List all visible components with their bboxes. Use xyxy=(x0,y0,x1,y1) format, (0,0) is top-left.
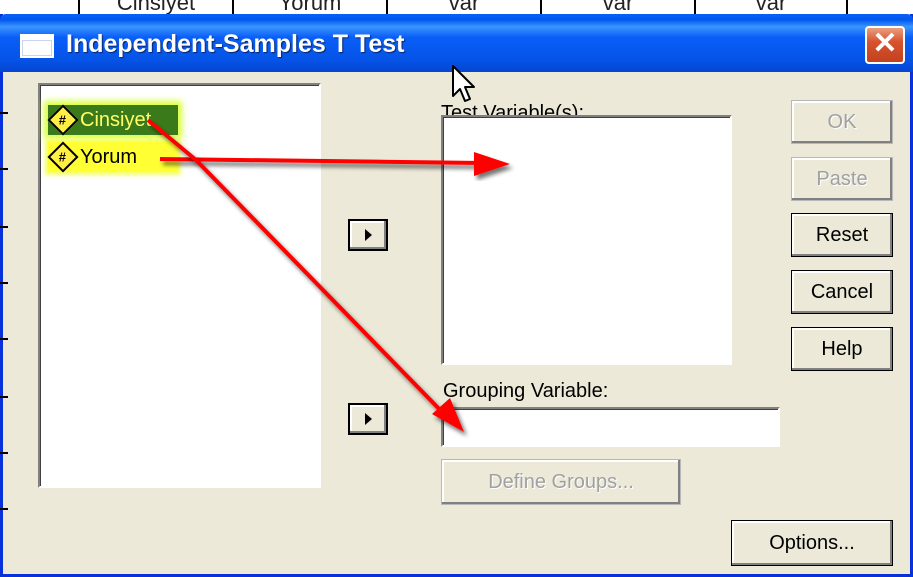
row-tick xyxy=(0,452,8,454)
help-button[interactable]: Help xyxy=(791,327,893,371)
paste-button[interactable]: Paste xyxy=(791,157,893,201)
numeric-variable-icon: # xyxy=(47,104,79,136)
dialog-title: Independent-Samples T Test xyxy=(66,30,405,58)
variable-name: Yorum xyxy=(80,145,138,168)
row-tick xyxy=(0,282,8,284)
mouse-cursor-icon xyxy=(452,65,475,102)
reset-button[interactable]: Reset xyxy=(791,213,893,257)
move-to-test-variables-button[interactable] xyxy=(348,219,388,251)
numeric-variable-icon: # xyxy=(47,141,79,173)
right-arrow-icon xyxy=(364,229,372,241)
close-button[interactable]: ✕ xyxy=(865,26,905,64)
define-groups-button[interactable]: Define Groups... xyxy=(441,459,681,505)
list-item[interactable]: # Cinsiyet xyxy=(47,104,178,136)
grouping-variable-field[interactable] xyxy=(441,407,780,447)
window-icon xyxy=(20,34,54,58)
ok-button[interactable]: OK xyxy=(791,100,893,144)
variable-name: Cinsiyet xyxy=(80,108,152,131)
row-tick xyxy=(0,338,8,340)
test-variables-list[interactable] xyxy=(441,115,732,365)
options-button[interactable]: Options... xyxy=(731,520,893,566)
row-tick xyxy=(0,508,8,510)
row-tick xyxy=(0,112,8,114)
row-tick xyxy=(0,396,8,398)
cancel-button[interactable]: Cancel xyxy=(791,270,893,314)
grouping-variable-label: Grouping Variable: xyxy=(443,380,609,402)
row-tick xyxy=(0,168,8,170)
move-to-grouping-variable-button[interactable] xyxy=(348,403,388,435)
source-variable-list[interactable]: # Cinsiyet # Yorum xyxy=(38,83,321,488)
row-tick xyxy=(0,226,8,228)
right-arrow-icon xyxy=(364,413,372,425)
list-item[interactable]: # Yorum xyxy=(47,141,178,173)
